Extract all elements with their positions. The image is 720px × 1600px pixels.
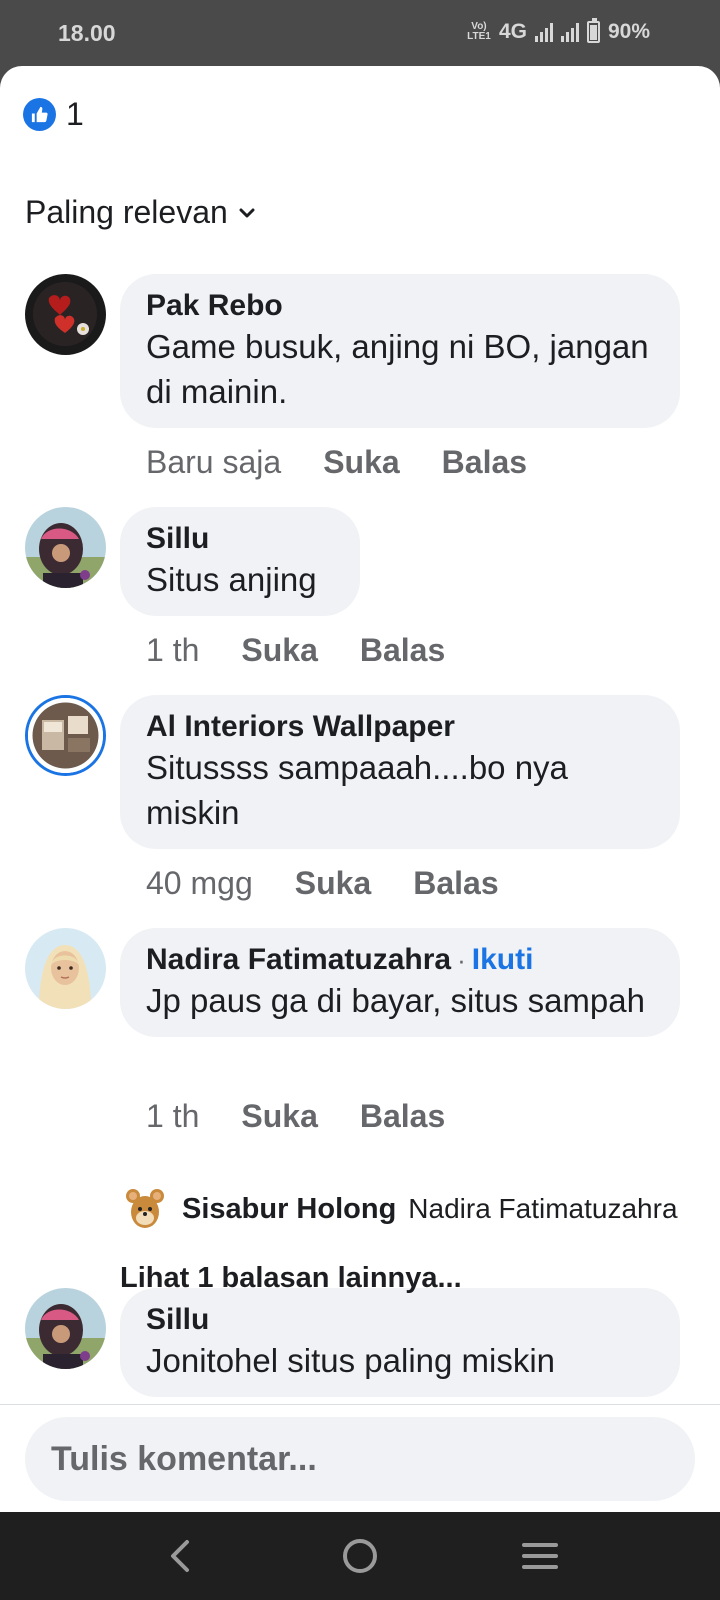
view-more-replies-link[interactable]: Lihat 1 balasan lainnya... [120, 1262, 462, 1295]
comment-author[interactable]: Nadira Fatimatuzahra [146, 943, 451, 976]
sort-dropdown[interactable]: Paling relevan [25, 194, 256, 231]
comment-time[interactable]: 1 th [146, 1098, 199, 1135]
comment-author[interactable]: Sillu [146, 521, 334, 557]
like-button[interactable]: Suka [241, 1098, 317, 1135]
avatar[interactable] [120, 1184, 170, 1234]
comments-sheet: 1 Paling relevan Pak Rebo Game busuk, an… [0, 66, 720, 1512]
comment-author[interactable]: Al Interiors Wallpaper [146, 709, 654, 745]
sort-label: Paling relevan [25, 194, 228, 230]
network-type: 4G [498, 20, 527, 43]
recents-icon[interactable] [516, 1534, 564, 1578]
reaction-summary[interactable]: 1 [23, 96, 84, 133]
like-button[interactable]: Suka [295, 865, 371, 902]
battery-icon [586, 18, 600, 43]
signal-icon [534, 22, 553, 42]
comment-author[interactable]: Pak Rebo [146, 288, 654, 324]
comment-input[interactable] [25, 1417, 695, 1501]
composer-bar [0, 1404, 720, 1512]
like-button[interactable]: Suka [241, 632, 317, 669]
comment-text: Jonitohel situs paling miskin [146, 1342, 556, 1379]
comment-text: Situs anjing [146, 561, 317, 598]
status-icons: Vo) LTE1 4G 90% [467, 18, 650, 44]
thumbs-up-icon [23, 98, 56, 131]
signal-icon [560, 22, 579, 42]
system-nav-bar [0, 1512, 720, 1600]
avatar[interactable] [25, 507, 106, 588]
reply-preview[interactable]: Sisabur Holong Nadira Fatimatuzahra [120, 1184, 680, 1234]
like-button[interactable]: Suka [323, 444, 399, 481]
comment-bubble[interactable]: Nadira Fatimatuzahra · Ikuti Jp paus ga di… [120, 928, 680, 1037]
reply-text: Nadira Fatimatuzahra [408, 1193, 678, 1224]
status-time: 18.00 [58, 20, 116, 46]
avatar[interactable] [25, 274, 106, 355]
comment-text: Situssss sampaaah....bo nya miskin [146, 749, 568, 831]
chevron-down-icon [239, 208, 255, 217]
comment-time[interactable]: 1 th [146, 632, 199, 669]
comment-bubble[interactable]: Sillu Situs anjing [120, 507, 360, 616]
comment-author[interactable]: Sillu [146, 1302, 654, 1338]
comment-actions: Baru saja Suka Balas [146, 444, 527, 481]
comment-actions: 1 th Suka Balas [146, 632, 445, 669]
comment-text: Jp paus ga di bayar, situs sampah [146, 982, 645, 1019]
comment-bubble[interactable]: Al Interiors Wallpaper Situssss sampaaah… [120, 695, 680, 849]
reaction-count: 1 [66, 96, 84, 132]
comment-text: Game busuk, anjing ni BO, jangan di main… [146, 328, 649, 410]
comment-bubble[interactable]: Sillu Jonitohel situs paling miskin [120, 1288, 680, 1397]
reply-button[interactable]: Balas [360, 632, 445, 669]
reply-button[interactable]: Balas [360, 1098, 445, 1135]
comment-time[interactable]: 40 mgg [146, 865, 253, 902]
comment-author-row: Nadira Fatimatuzahra · Ikuti [146, 942, 654, 978]
volte-icon: Vo) LTE1 [467, 21, 491, 42]
home-icon[interactable] [336, 1534, 384, 1578]
comment-actions: 1 th Suka Balas [146, 1098, 445, 1135]
comment-bubble[interactable]: Pak Rebo Game busuk, anjing ni BO, janga… [120, 274, 680, 428]
follow-button[interactable]: Ikuti [472, 943, 534, 976]
reply-button[interactable]: Balas [442, 444, 527, 481]
comment-time[interactable]: Baru saja [146, 444, 281, 481]
comment-actions: 40 mgg Suka Balas [146, 865, 499, 902]
reply-button[interactable]: Balas [413, 865, 498, 902]
battery-level: 90% [607, 20, 650, 43]
avatar[interactable] [25, 928, 106, 1009]
reply-author[interactable]: Sisabur Holong [182, 1193, 396, 1226]
separator-dot: · [457, 945, 466, 975]
avatar-story[interactable] [25, 695, 106, 776]
back-icon[interactable] [156, 1534, 204, 1578]
status-bar: 18.00 Vo) LTE1 4G 90% [0, 0, 720, 66]
avatar[interactable] [25, 1288, 106, 1369]
